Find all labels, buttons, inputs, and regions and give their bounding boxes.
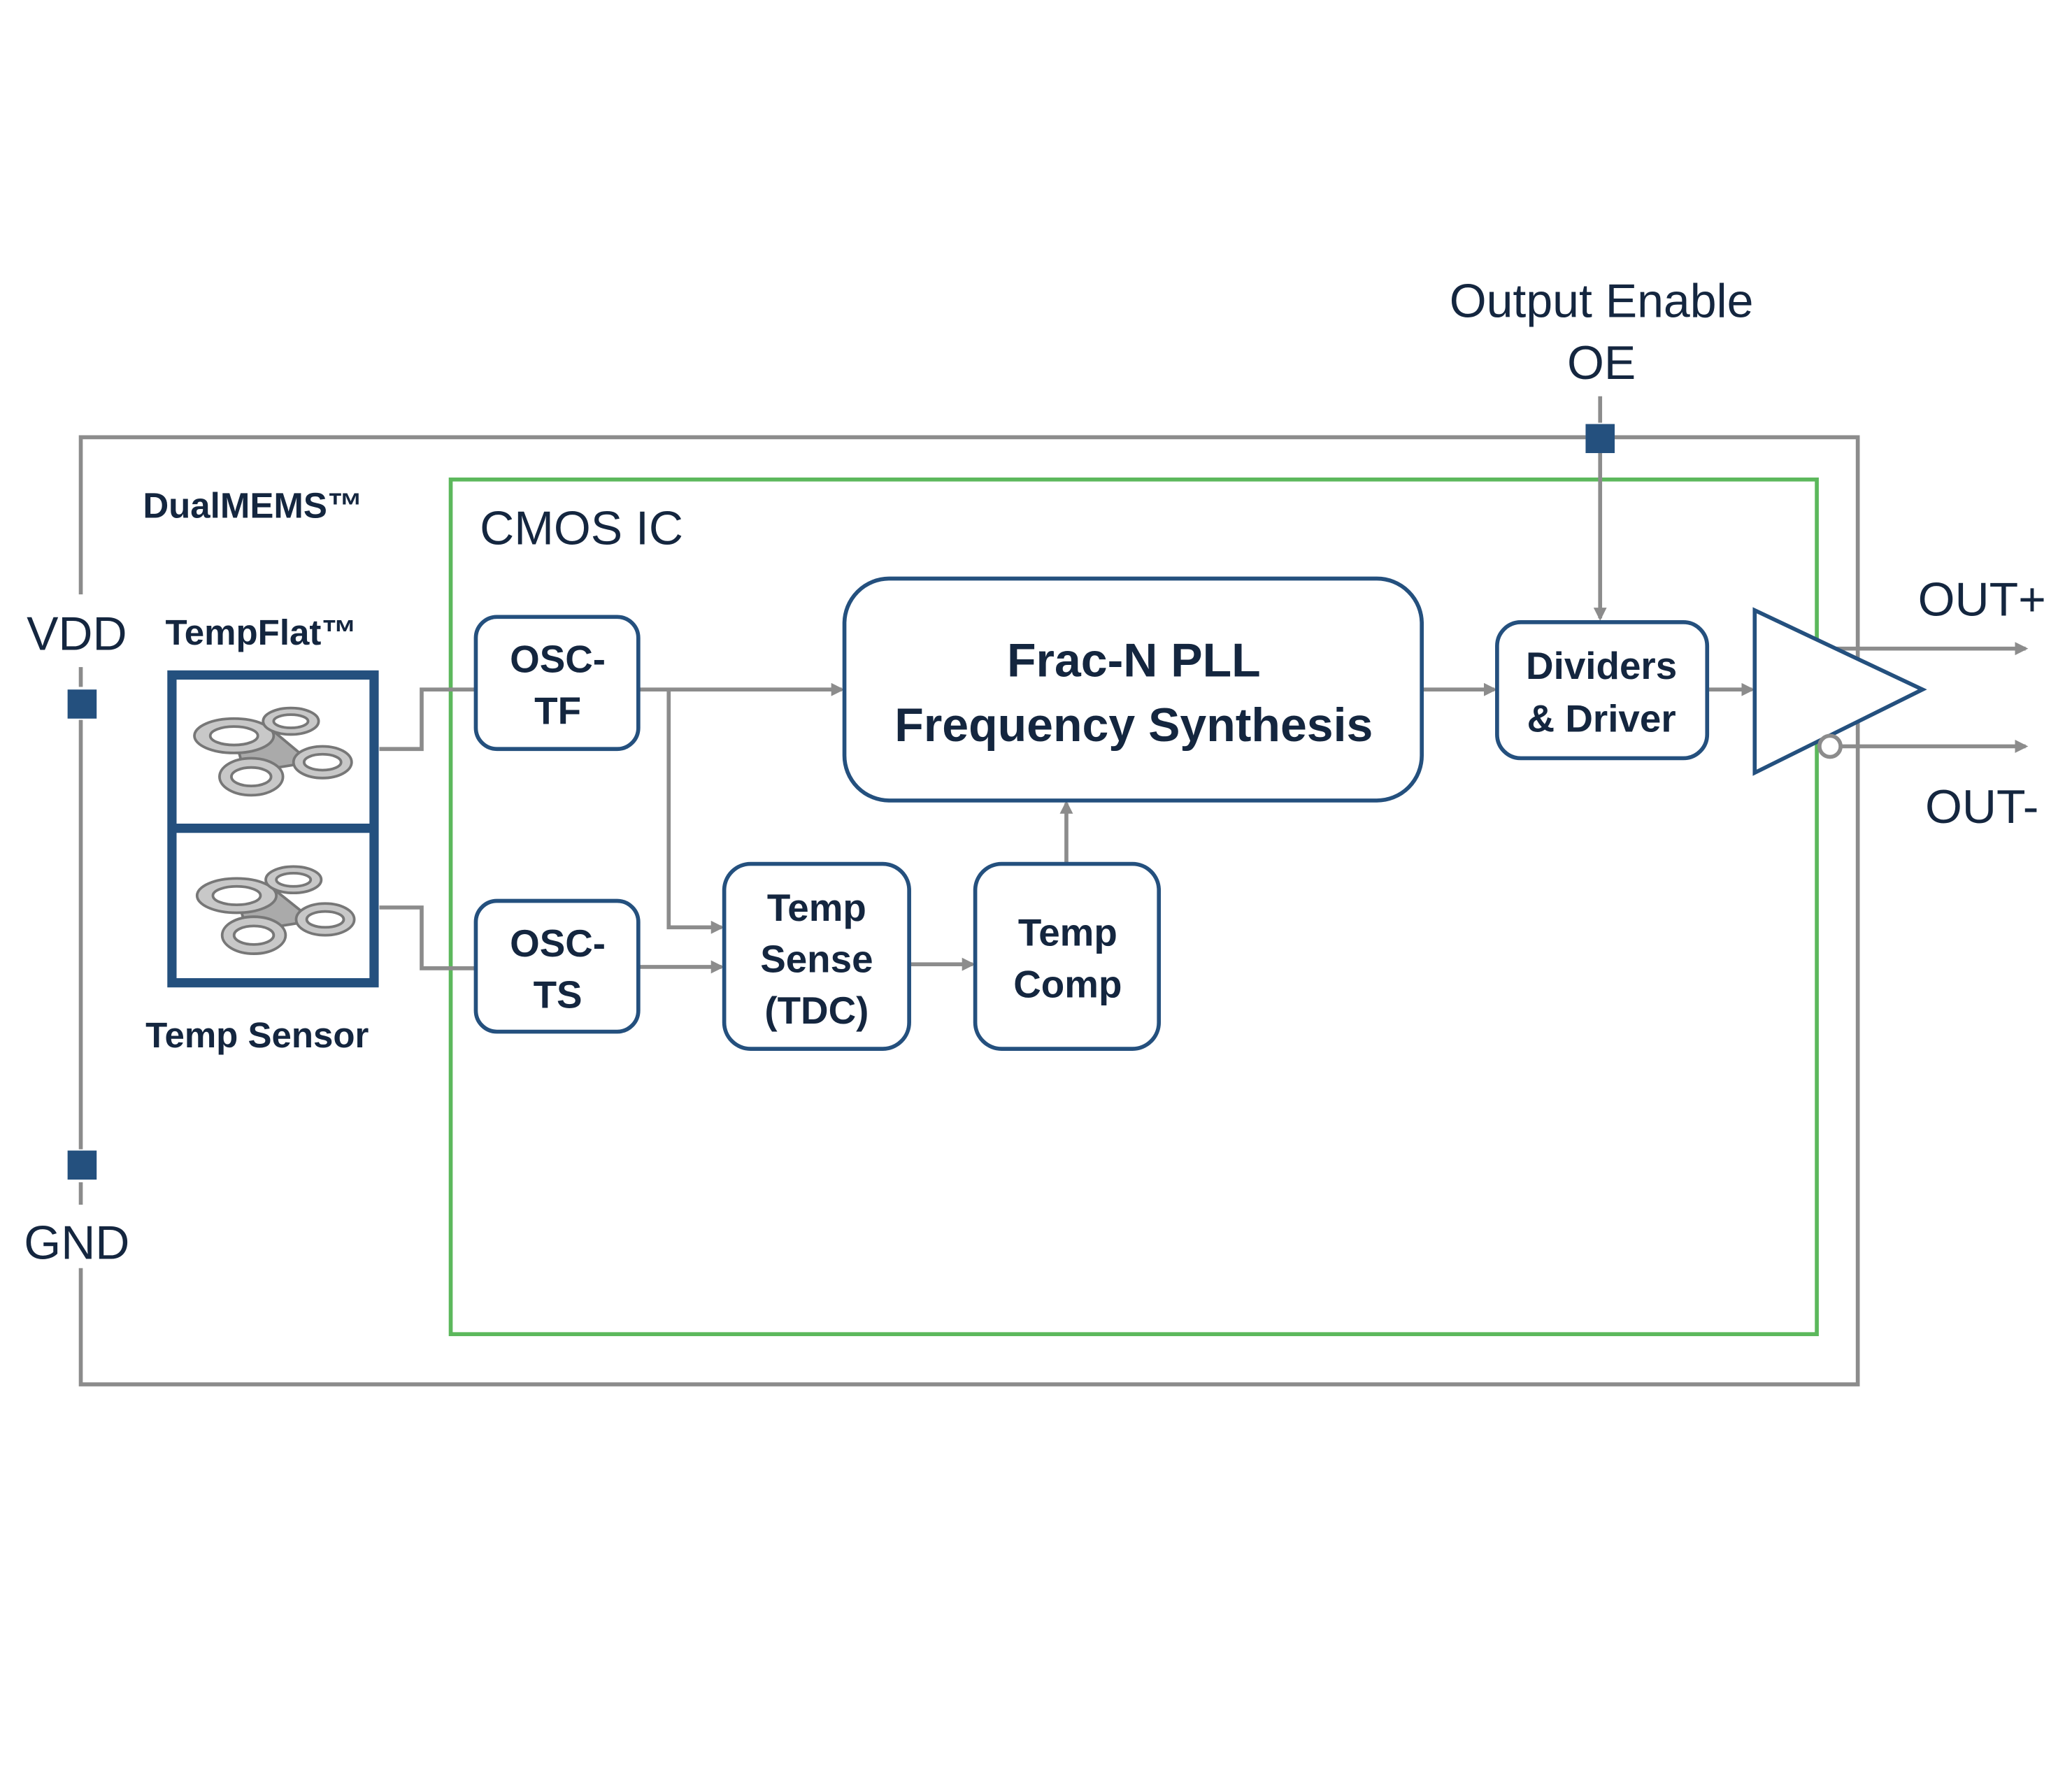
temp-comp-block: Temp Comp <box>973 861 1162 1051</box>
svg-text:& Driver: & Driver <box>1527 697 1676 740</box>
out-neg-label: OUT- <box>1925 780 2038 833</box>
svg-text:OSC-: OSC- <box>510 922 606 965</box>
mems-tf-wire <box>379 687 476 752</box>
temp-sensor-label: Temp Sensor <box>145 1015 369 1055</box>
osc-tf-block: OSC- TF <box>473 615 641 752</box>
vdd-label: VDD <box>27 608 127 661</box>
temp-sense-block: Temp Sense (TDC) <box>722 861 911 1051</box>
out-pos-label: OUT+ <box>1918 573 2046 626</box>
svg-text:TS: TS <box>534 973 583 1017</box>
inverting-bubble <box>1817 733 1843 759</box>
dualmems-label: DualMEMS™ <box>143 486 363 526</box>
tempflat-label: TempFlat™ <box>165 612 357 652</box>
svg-text:TF: TF <box>534 689 581 732</box>
gnd-label: GND <box>24 1217 129 1270</box>
oe-pad <box>1585 424 1615 454</box>
block-diagram: VDD GND Output Enable OE OUT+ OUT- DualM… <box>24 274 2046 1386</box>
svg-text:OSC-: OSC- <box>510 638 606 681</box>
oe-label-line2: OE <box>1567 336 1636 389</box>
osc-tf-to-tempsense-wire <box>666 689 724 934</box>
svg-text:Frac-N PLL: Frac-N PLL <box>1007 633 1261 687</box>
gnd-pad <box>67 1150 97 1180</box>
pll-block: Frac-N PLL Frequency Synthesis <box>842 576 1424 803</box>
svg-text:Frequency Synthesis: Frequency Synthesis <box>894 698 1373 752</box>
osc-ts-block: OSC- TS <box>473 898 641 1034</box>
oe-label-line1: Output Enable <box>1450 274 1754 327</box>
cmos-ic-label: CMOS IC <box>480 501 683 554</box>
svg-text:(TDC): (TDC) <box>764 989 869 1032</box>
svg-text:Dividers: Dividers <box>1526 644 1677 687</box>
svg-text:Sense: Sense <box>760 938 873 981</box>
svg-text:Temp: Temp <box>1018 911 1117 954</box>
svg-text:Comp: Comp <box>1013 962 1122 1005</box>
vdd-pad <box>67 689 97 719</box>
mems-ts-wire <box>379 905 476 970</box>
svg-text:Temp: Temp <box>767 886 866 929</box>
dividers-driver-block: Dividers & Driver <box>1495 620 1710 761</box>
